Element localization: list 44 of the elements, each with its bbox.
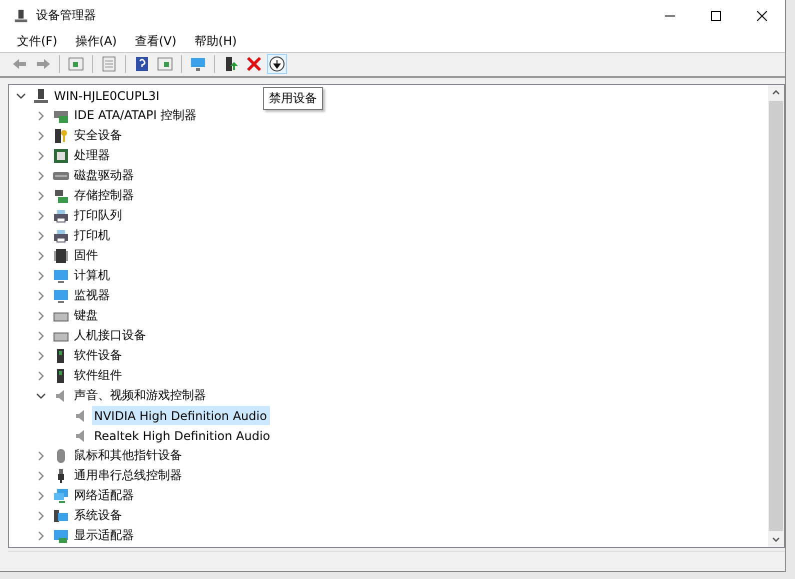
key-icon xyxy=(53,128,69,144)
tree-item[interactable]: 打印队列 xyxy=(72,206,125,226)
tree-item[interactable]: 计算机 xyxy=(72,266,113,286)
tree-item[interactable]: 存储控制器 xyxy=(72,186,137,206)
printer-icon xyxy=(53,228,69,244)
tree-item[interactable]: 通用串行总线控制器 xyxy=(72,466,185,486)
window-title: 设备管理器 xyxy=(36,7,96,24)
network-icon xyxy=(53,488,69,504)
tree-item[interactable]: 处理器 xyxy=(72,146,113,166)
menu-item[interactable]: 帮助(H) xyxy=(187,31,244,52)
computer-tower-icon xyxy=(33,88,49,104)
tree-item[interactable]: 鼠标和其他指针设备 xyxy=(72,446,185,466)
tree-item[interactable]: IDE ATA/ATAPI 控制器 xyxy=(72,106,200,126)
tree-item[interactable]: 键盘 xyxy=(72,306,101,326)
tree-item[interactable]: 显示适配器 xyxy=(72,526,137,546)
tree-item[interactable]: 网络适配器 xyxy=(72,486,137,506)
monitor-icon xyxy=(53,288,69,304)
menu-item[interactable]: 文件(F) xyxy=(10,31,64,52)
tree-item[interactable]: 人机接口设备 xyxy=(72,326,149,346)
tree-item[interactable]: 磁盘驱动器 xyxy=(72,166,137,186)
tree-item[interactable]: 系统设备 xyxy=(72,506,125,526)
close-icon xyxy=(757,10,767,20)
tooltip: 禁用设备 xyxy=(263,87,323,110)
tree-item[interactable]: NVIDIA High Definition Audio xyxy=(92,406,270,426)
display-adapter-icon xyxy=(53,528,69,544)
printer-icon xyxy=(53,208,69,224)
menu-item[interactable]: 查看(V) xyxy=(128,31,184,52)
tree-item[interactable]: 固件 xyxy=(72,246,101,266)
monitor-icon xyxy=(53,268,69,284)
tree-item[interactable]: WIN-HJLE0CUPL3I xyxy=(52,86,162,106)
tree-item[interactable]: 软件设备 xyxy=(72,346,125,366)
tree-item[interactable]: 安全设备 xyxy=(72,126,125,146)
tree-item[interactable]: 声音、视频和游戏控制器 xyxy=(72,386,209,406)
disable-device-button[interactable] xyxy=(267,54,287,74)
tree-item[interactable]: 打印机 xyxy=(72,226,113,246)
app-icon xyxy=(14,8,28,22)
processor-icon xyxy=(53,148,69,164)
scrollbar[interactable] xyxy=(768,84,784,547)
tree-item[interactable]: 软件组件 xyxy=(72,366,125,386)
chip-icon xyxy=(53,248,69,264)
maximize-icon xyxy=(711,10,721,20)
tree-item[interactable]: 监视器 xyxy=(72,286,113,306)
menu-item[interactable]: 操作(A) xyxy=(68,31,124,52)
tree-item[interactable]: Realtek High Definition Audio xyxy=(92,426,274,446)
